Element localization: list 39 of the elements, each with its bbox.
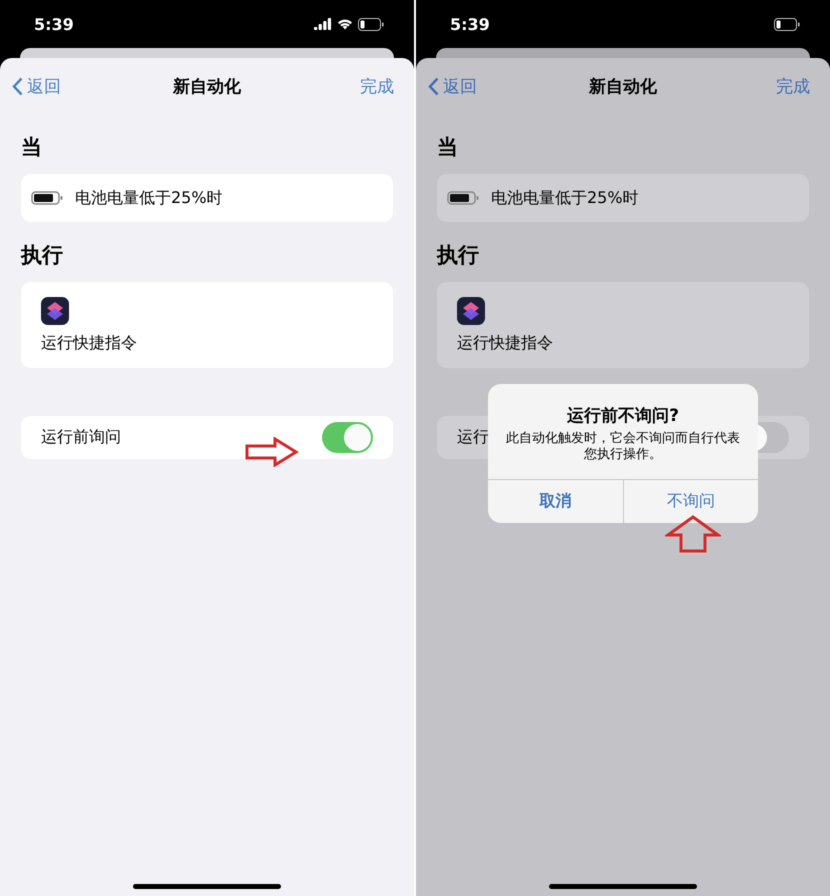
battery-icon <box>774 18 800 30</box>
shortcuts-app-icon <box>457 296 485 324</box>
section-header: 执行 <box>21 242 64 269</box>
arrow-icon <box>245 437 299 467</box>
toggle-label: 运行前询问 <box>41 427 121 448</box>
action-card[interactable]: 运行快捷指令 <box>21 282 393 368</box>
battery-icon <box>31 191 63 205</box>
dialog-title: 运行前不询问? <box>566 405 680 427</box>
arrow-icon <box>665 515 721 553</box>
done-button[interactable]: 完成 <box>360 74 394 98</box>
section-header: 当 <box>21 134 43 161</box>
nav-title: 新自动化 <box>173 76 241 98</box>
trigger-text: 电池电量低于25%时 <box>491 188 639 208</box>
section-header: 执行 <box>437 242 480 269</box>
dialog-button[interactable]: 不询问 <box>622 480 758 523</box>
action-text: 运行快捷指令 <box>457 332 554 354</box>
section-header: 当 <box>437 134 459 161</box>
back-button[interactable]: 返回 <box>428 74 477 98</box>
dialog-message: 此自动化触发时，它会不询问而自行代表您执行操作。 <box>505 431 741 463</box>
signal-icon <box>314 18 332 30</box>
status-time: 5:39 <box>34 14 74 34</box>
dialog-button[interactable]: 取消 <box>488 480 622 523</box>
wifi-icon <box>337 18 353 30</box>
trigger-text: 电池电量低于25%时 <box>75 188 223 208</box>
action-card[interactable]: 运行快捷指令 <box>437 282 809 368</box>
done-button[interactable]: 完成 <box>776 74 810 98</box>
toggle-switch[interactable] <box>322 422 373 453</box>
toggle-label: 运行 <box>457 427 489 448</box>
battery-icon <box>447 191 479 205</box>
trigger-card[interactable]: 电池电量低于25%时 <box>21 174 393 222</box>
action-text: 运行快捷指令 <box>41 332 138 354</box>
battery-icon <box>358 18 384 30</box>
chevron-left-icon <box>12 76 23 96</box>
trigger-card[interactable]: 电池电量低于25%时 <box>437 174 809 222</box>
chevron-left-icon <box>428 76 439 96</box>
nav-title: 新自动化 <box>589 76 657 98</box>
shortcuts-app-icon <box>41 296 69 324</box>
status-time: 5:39 <box>450 14 490 34</box>
back-button[interactable]: 返回 <box>12 74 61 98</box>
